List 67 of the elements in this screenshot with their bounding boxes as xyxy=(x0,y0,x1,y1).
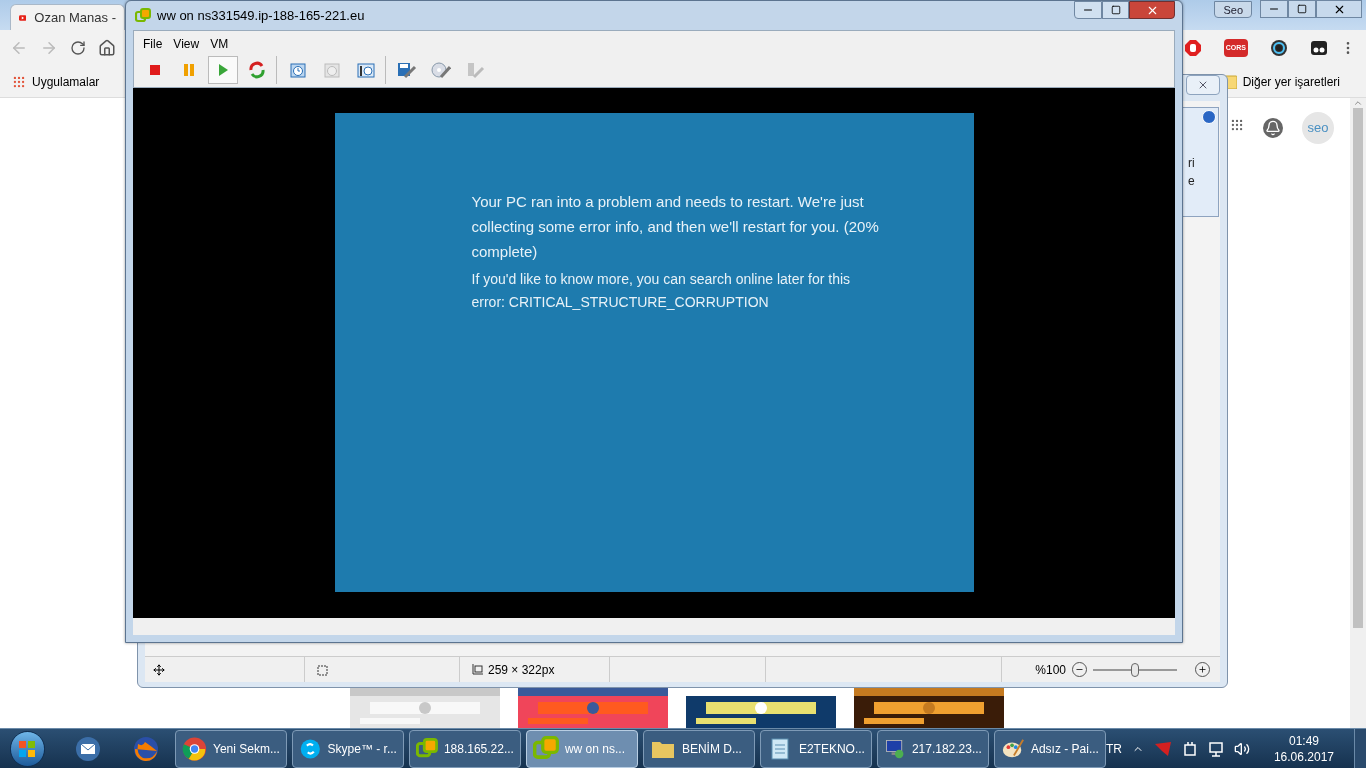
glasses-icon[interactable] xyxy=(1310,39,1328,57)
move-icon xyxy=(153,663,165,676)
maximize-button[interactable] xyxy=(1288,0,1316,18)
clock-icon xyxy=(357,61,375,79)
clock[interactable]: 01:49 16.06.2017 xyxy=(1273,732,1334,765)
taskbar-button[interactable]: 217.182.23... xyxy=(876,729,989,768)
reload-icon[interactable] xyxy=(70,40,86,56)
show-desktop-button[interactable] xyxy=(1354,728,1366,768)
pause-icon xyxy=(182,63,196,77)
notification-bell-icon[interactable] xyxy=(1263,118,1283,138)
minimize-button[interactable] xyxy=(1074,1,1102,19)
zoom-level: %100 xyxy=(1035,661,1066,679)
plus-icon xyxy=(1198,665,1207,674)
power-plug-icon[interactable] xyxy=(1181,740,1198,757)
canvas-size: 259 × 322px xyxy=(488,661,555,679)
refresh-icon xyxy=(248,61,266,79)
canvas-size-icon xyxy=(470,662,484,677)
hand-icon[interactable] xyxy=(1183,39,1202,57)
usb-wrench-icon xyxy=(465,61,485,79)
home-icon[interactable] xyxy=(98,39,116,57)
taskbar-button[interactable]: 188.165.22... xyxy=(408,729,521,768)
apps-grid-icon xyxy=(12,74,26,89)
zoom-slider[interactable] xyxy=(1093,662,1177,677)
zoom-slider-thumb[interactable] xyxy=(1131,662,1139,677)
taskbar-button[interactable]: Adsız - Pai... xyxy=(993,729,1106,768)
clock-icon xyxy=(323,61,341,79)
dialog-text: ri xyxy=(1188,155,1196,172)
taskbar-button[interactable]: E2TEKNO... xyxy=(759,729,872,768)
window-title: ww on ns331549.ip-188-165-221.eu xyxy=(157,6,365,25)
scrollbar[interactable] xyxy=(1350,98,1366,728)
maximize-icon xyxy=(1110,5,1121,15)
menu-item[interactable]: VM xyxy=(210,35,229,53)
volume-icon[interactable] xyxy=(1233,740,1250,757)
chrome-icon xyxy=(181,735,207,762)
menu-item[interactable]: File xyxy=(143,35,163,53)
dialog-text: e xyxy=(1188,173,1196,190)
vm-logo-icon xyxy=(532,735,559,762)
taskbar-button[interactable]: Yeni Sekm... xyxy=(174,729,287,768)
vm-logo-icon xyxy=(135,7,151,24)
play-icon xyxy=(216,63,230,77)
error-detail: If you'd like to know more, you can search online later for this error: CRITICAL_STRUCTURE_CORRUPTION xyxy=(471,270,852,312)
close-button[interactable] xyxy=(1316,0,1362,18)
taskbar-button[interactable]: BENİM D... xyxy=(642,729,755,768)
selection-icon xyxy=(315,662,329,677)
start-button[interactable] xyxy=(10,730,45,767)
taskbar-button[interactable]: Skype™ - r... xyxy=(291,729,404,768)
windows-logo-icon xyxy=(18,739,37,758)
close-icon xyxy=(1197,79,1209,91)
disc-wrench-icon xyxy=(431,61,451,79)
tab-title: Ozan Manas - xyxy=(34,8,116,27)
menu-item[interactable]: View xyxy=(173,35,200,53)
language-indicator[interactable]: TR xyxy=(1105,739,1122,758)
maximize-icon xyxy=(1297,4,1307,14)
color-wheel-icon[interactable] xyxy=(1270,39,1288,57)
network-icon[interactable] xyxy=(1207,740,1224,757)
browser-tab[interactable]: Ozan Manas - xyxy=(10,4,125,30)
bookmark[interactable]: Uygulamalar xyxy=(12,72,100,91)
floppy-wrench-icon xyxy=(397,61,417,79)
error-message: Your PC ran into a problem and needs to restart. We're just collecting some error info, and then we'll restart for you. (20% complete) xyxy=(471,192,880,262)
clock-icon xyxy=(289,61,307,79)
minimize-button[interactable] xyxy=(1260,0,1288,18)
close-button[interactable] xyxy=(1129,1,1175,19)
maximize-button[interactable] xyxy=(1102,1,1129,19)
stop-icon xyxy=(148,63,162,77)
profile-button[interactable]: Seo xyxy=(1214,1,1252,18)
apps-grid-icon[interactable] xyxy=(1230,118,1244,132)
help-icon[interactable] xyxy=(1202,110,1216,124)
